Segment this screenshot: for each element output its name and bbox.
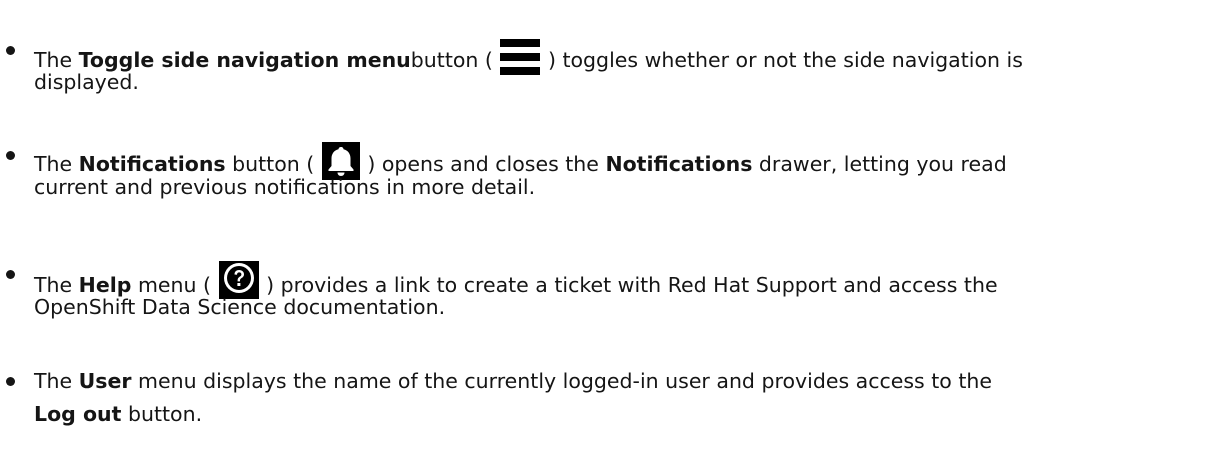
menu-icon: [500, 37, 541, 77]
item-line: Log out button.: [34, 401, 202, 427]
document-body: The Toggle side navigation menubutton ( …: [0, 0, 1228, 465]
text: current and previous notifications in mo…: [34, 175, 536, 199]
bold-text: Notifications: [605, 152, 753, 176]
item-line: current and previous notifications in mo…: [34, 174, 535, 200]
bullet: [6, 270, 15, 279]
text: button (: [410, 48, 500, 72]
item-line: displayed.: [34, 69, 139, 95]
text: button.: [121, 402, 203, 426]
text: displayed.: [34, 70, 139, 94]
text: button (: [225, 152, 321, 176]
bold-text: User: [78, 369, 132, 393]
bullet: [6, 377, 15, 386]
text: menu displays the name of the currently …: [131, 369, 992, 393]
item-line: The Notifications button ( ) opens and c…: [34, 142, 1007, 180]
text: The: [34, 369, 79, 393]
item-line: The Toggle side navigation menubutton ( …: [34, 37, 1023, 75]
text: The: [34, 152, 79, 176]
item-line: The User menu displays the name of the c…: [34, 368, 992, 394]
text: drawer, letting you read: [752, 152, 1007, 176]
item-line: OpenShift Data Science documentation.: [34, 294, 445, 320]
bullet: [6, 151, 15, 160]
bold-text: Notifications: [78, 152, 226, 176]
text: ) opens and closes the: [360, 152, 606, 176]
text: OpenShift Data Science documentation.: [34, 295, 446, 319]
item-line: The Help menu ( ) provides a link to cre…: [34, 261, 998, 299]
bullet: [6, 46, 15, 55]
bold-text: Log out: [34, 402, 122, 426]
text: ) toggles whether or not the side naviga…: [541, 48, 1023, 72]
